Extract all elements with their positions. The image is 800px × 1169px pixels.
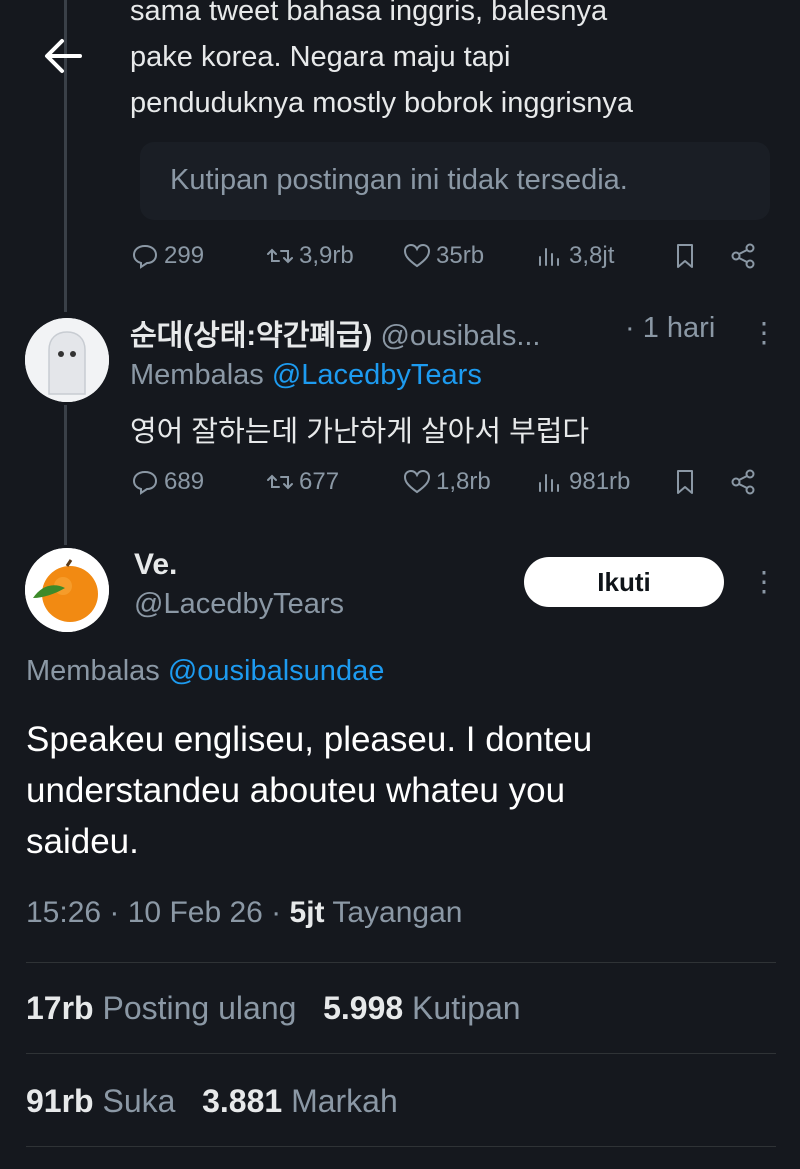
share-icon	[731, 243, 755, 269]
parent-tweet-text: sama tweet bahasa inggris, balesnya pake…	[130, 0, 790, 126]
share-icon	[731, 469, 755, 495]
repost-button[interactable]: 3,9rb	[265, 241, 354, 271]
heart-icon	[403, 243, 431, 268]
arrow-left-icon	[45, 39, 82, 73]
parent-text-line: sama tweet bahasa inggris, balesnya	[130, 0, 608, 27]
tweet-timestamp[interactable]: 15:26 · 10 Feb 26 ·	[26, 896, 281, 929]
bookmark-button[interactable]	[670, 241, 704, 271]
reposts-stat[interactable]: 17rb Posting ulang	[26, 990, 296, 1026]
reply-actions: 689 677 1,8rb 981rb	[130, 467, 770, 507]
like-button[interactable]: 1,8rb	[402, 467, 491, 497]
orange-avatar-icon	[25, 548, 109, 632]
timestamp[interactable]: · 1 hari	[625, 312, 715, 345]
parent-text-line: pake korea. Negara maju tapi	[130, 41, 511, 73]
divider	[26, 1146, 776, 1147]
bookmarks-stat[interactable]: 3.881 Markah	[202, 1083, 398, 1119]
main-handle[interactable]: @LacedbyTears	[134, 588, 344, 621]
reposts-count: 17rb	[26, 990, 94, 1026]
repost-button[interactable]: 677	[265, 467, 339, 497]
reply-button[interactable]: 299	[130, 241, 204, 271]
more-options-icon[interactable]: ⋮	[750, 565, 778, 598]
bookmark-icon	[677, 244, 693, 268]
share-button[interactable]	[728, 467, 762, 497]
quotes-stat[interactable]: 5.998 Kutipan	[323, 990, 521, 1026]
views-button[interactable]: 3,8jt	[535, 241, 614, 271]
handle[interactable]: @ousibals...	[380, 320, 540, 352]
more-options-icon[interactable]: ⋮	[750, 316, 778, 349]
avatar[interactable]	[25, 318, 109, 402]
reply-button[interactable]: 689	[130, 467, 204, 497]
main-text-line: Speakeu engliseu, pleaseu. I donteu	[26, 720, 593, 759]
reply-header: 순대(상태:약간폐급) @ousibals... · 1 hari	[130, 312, 780, 354]
reply-icon	[132, 470, 158, 495]
bookmark-icon	[677, 470, 693, 494]
back-button[interactable]	[40, 32, 88, 80]
thread-line-mid	[64, 405, 67, 545]
reply-count: 689	[164, 468, 205, 495]
repost-count: 3,9rb	[299, 242, 354, 269]
tweet-meta: 15:26 · 10 Feb 26 · 5jt Tayangan	[26, 896, 462, 930]
likes-count: 91rb	[26, 1083, 94, 1119]
replying-to-link[interactable]: @LacedbyTears	[272, 359, 482, 391]
replying-label: Membalas	[130, 359, 264, 391]
bookmark-button[interactable]	[670, 467, 704, 497]
main-display-name[interactable]: Ve.	[134, 548, 177, 582]
views-icon	[539, 474, 559, 492]
likes-stat[interactable]: 91rb Suka	[26, 1083, 175, 1119]
views-count: 3,8jt	[569, 242, 615, 269]
repost-icon	[267, 248, 293, 264]
follow-button[interactable]: Ikuti	[524, 557, 724, 607]
share-button[interactable]	[728, 241, 762, 271]
repost-count: 677	[299, 468, 340, 495]
display-name[interactable]: 순대(상태:약간폐급)	[130, 320, 372, 352]
views-label: Tayangan	[332, 896, 463, 929]
divider	[26, 1053, 776, 1054]
like-count: 35rb	[436, 242, 485, 269]
like-count: 1,8rb	[436, 468, 491, 495]
main-text-line: understandeu abouteu whateu you	[26, 771, 566, 810]
reply-count: 299	[164, 242, 205, 269]
parent-actions: 299 3,9rb 35rb 3,8jt	[130, 241, 770, 281]
reply-to-line: Membalas @LacedbyTears	[130, 359, 482, 392]
main-reply-to-line: Membalas @ousibalsundae	[26, 655, 384, 688]
heart-icon	[403, 469, 431, 494]
likes-label: Suka	[102, 1083, 176, 1119]
quotes-label: Kutipan	[412, 990, 521, 1026]
main-tweet-text: Speakeu engliseu, pleaseu. I donteu unde…	[26, 714, 786, 867]
repost-icon	[267, 474, 293, 490]
quotes-count: 5.998	[323, 990, 404, 1026]
like-button[interactable]: 35rb	[402, 241, 484, 271]
bookmarks-count: 3.881	[202, 1083, 283, 1119]
parent-text-line: penduduknya mostly bobrok inggrisnya	[130, 87, 633, 119]
divider	[26, 962, 776, 963]
ghost-avatar-icon	[25, 318, 109, 402]
main-text-line: saideu.	[26, 822, 139, 861]
reply-tweet-text: 영어 잘하는데 가난하게 살아서 부럽다	[130, 416, 590, 448]
views-count: 5jt	[289, 896, 325, 929]
views-button[interactable]: 981rb	[535, 467, 630, 497]
engagement-row-1: 17rb Posting ulang 5.998 Kutipan	[26, 990, 521, 1027]
bookmarks-label: Markah	[291, 1083, 398, 1119]
quote-unavailable-text: Kutipan postingan ini tidak tersedia.	[170, 164, 628, 196]
reposts-label: Posting ulang	[102, 990, 297, 1026]
avatar[interactable]	[25, 548, 109, 632]
engagement-row-2: 91rb Suka 3.881 Markah	[26, 1083, 398, 1120]
replying-to-link[interactable]: @ousibalsundae	[168, 655, 384, 687]
replying-label: Membalas	[26, 655, 160, 687]
views-icon	[539, 248, 559, 266]
views-count: 981rb	[569, 468, 631, 495]
quote-unavailable-box: Kutipan postingan ini tidak tersedia.	[140, 142, 770, 220]
reply-icon	[132, 244, 158, 269]
